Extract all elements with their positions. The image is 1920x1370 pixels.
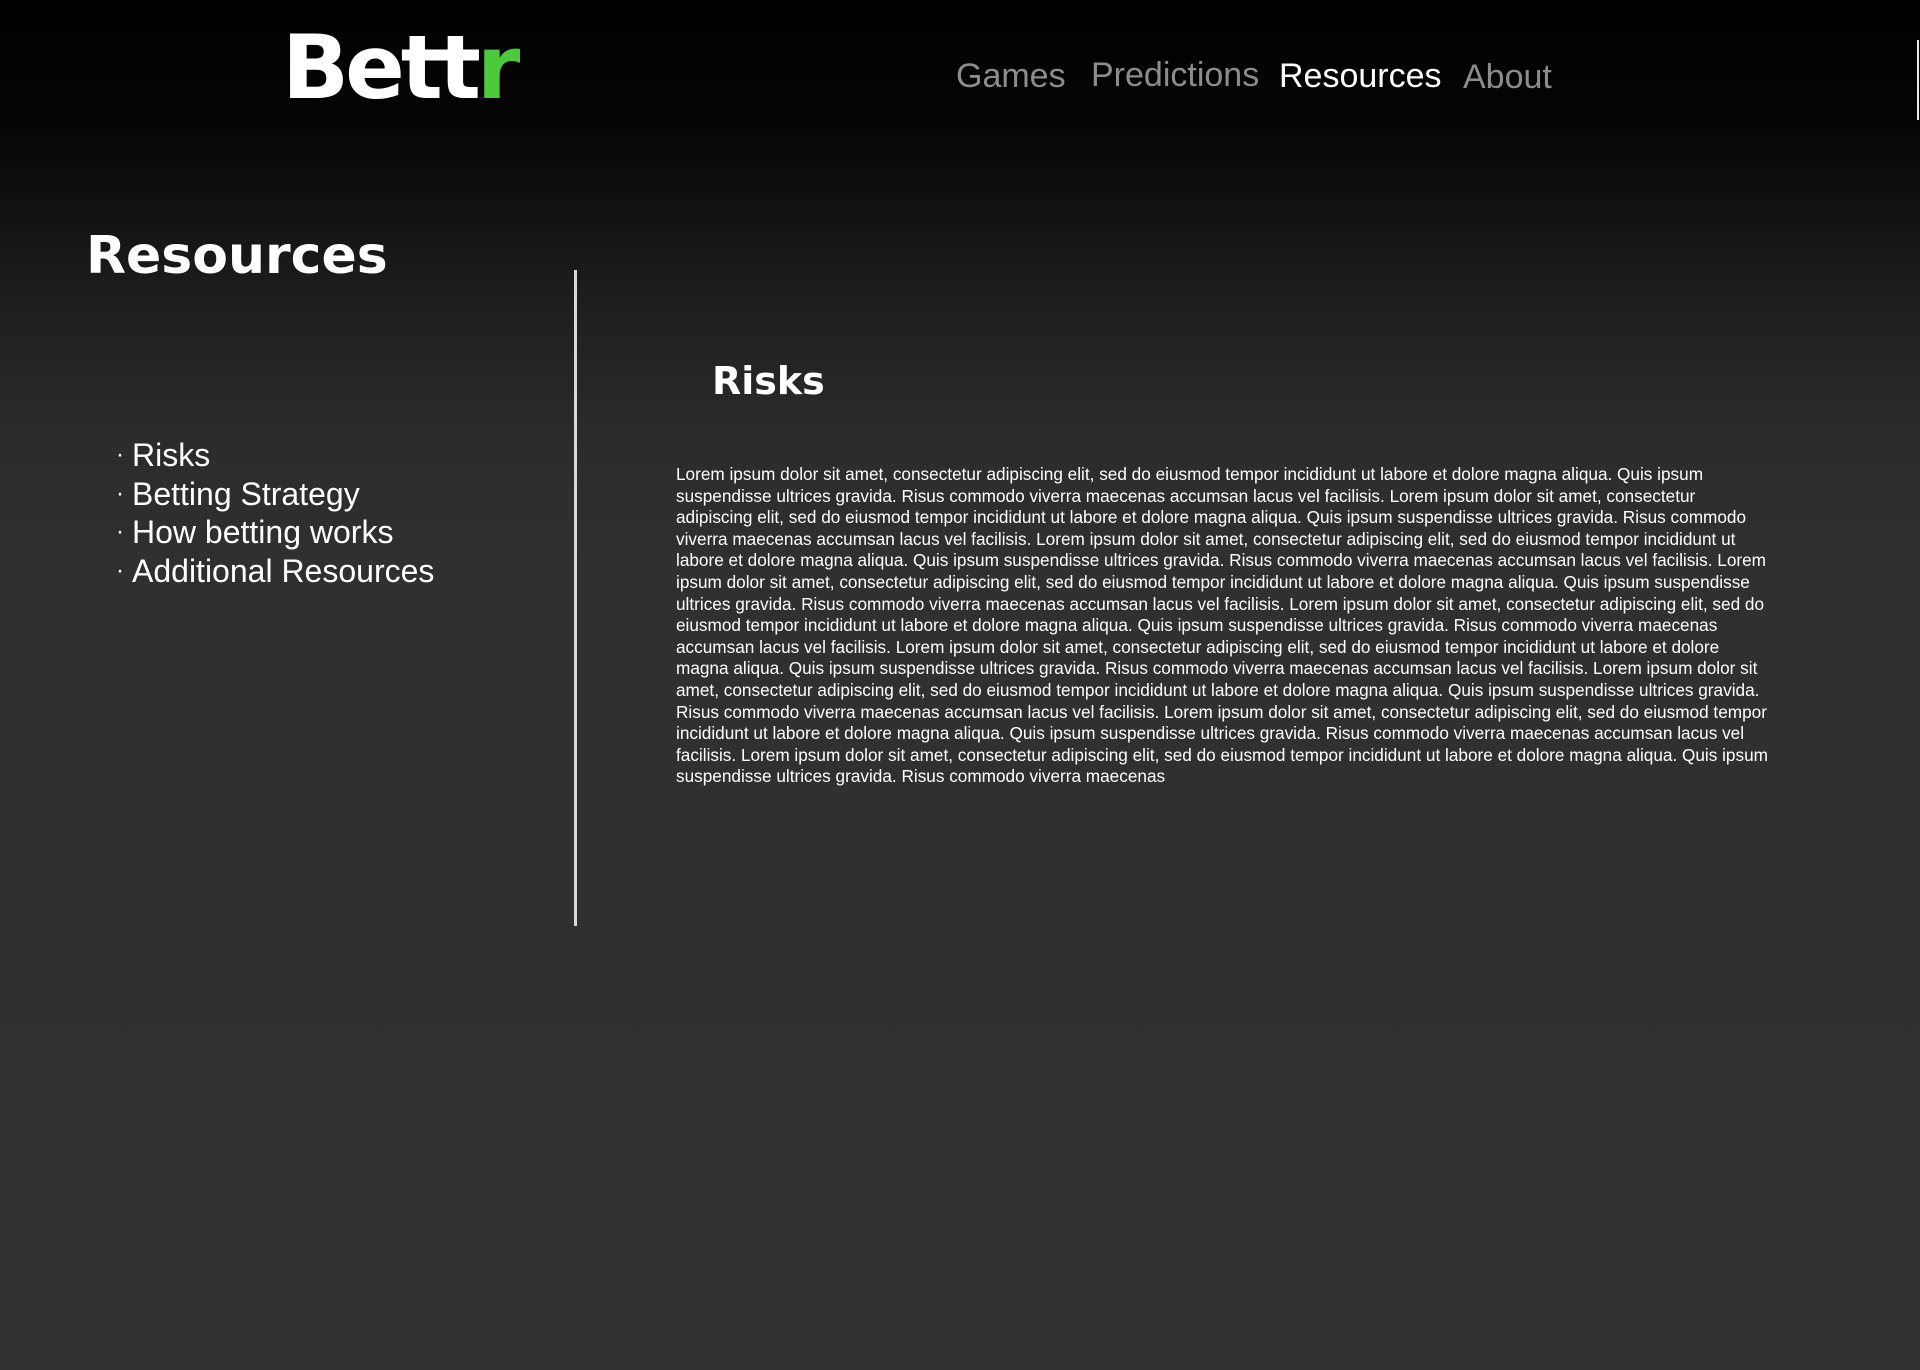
edge-divider bbox=[1917, 40, 1919, 120]
main-nav: Games Predictions Resources About bbox=[0, 0, 1920, 160]
bullet-icon: · bbox=[116, 556, 124, 584]
sidebar-item-label: Risks bbox=[132, 437, 211, 473]
sidebar-item-risks[interactable]: · Risks bbox=[116, 436, 434, 475]
sidebar-item-how-betting-works[interactable]: · How betting works bbox=[116, 513, 434, 552]
nav-resources-link[interactable]: Resources bbox=[1279, 59, 1442, 93]
nav-predictions-link[interactable]: Predictions bbox=[1091, 58, 1259, 92]
section-body-text: Lorem ipsum dolor sit amet, consectetur … bbox=[676, 464, 1768, 787]
page-title: Resources bbox=[86, 226, 388, 286]
bullet-icon: · bbox=[116, 479, 124, 507]
sidebar-item-label: How betting works bbox=[132, 514, 394, 550]
sidebar-item-label: Betting Strategy bbox=[132, 475, 360, 512]
bullet-icon: · bbox=[116, 441, 124, 468]
nav-about-link[interactable]: About bbox=[1463, 60, 1552, 94]
sidebar-item-betting-strategy[interactable]: · Betting Strategy bbox=[116, 475, 434, 514]
section-title: Risks bbox=[712, 359, 825, 403]
vertical-divider bbox=[574, 270, 577, 926]
nav-games-link[interactable]: Games bbox=[956, 59, 1066, 93]
sidebar-item-additional-resources[interactable]: · Additional Resources bbox=[116, 552, 434, 591]
bullet-icon: · bbox=[116, 518, 124, 545]
resource-sidebar-list: · Risks · Betting Strategy · How betting wo… bbox=[116, 436, 434, 590]
sidebar-item-label: Additional Resources bbox=[132, 552, 435, 589]
